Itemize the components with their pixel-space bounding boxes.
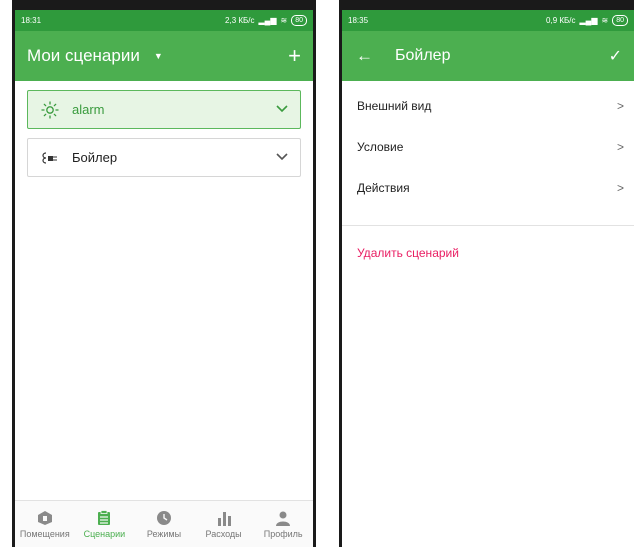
status-bar: 18:35 0,9 КБ/с ▂▄▆ ≋ 80 — [342, 10, 634, 31]
scenario-details-screen: 18:35 0,9 КБ/с ▂▄▆ ≋ 80 ← Бойлер ✓ Внешн… — [342, 10, 634, 547]
page-title: Бойлер — [395, 47, 451, 64]
sun-icon — [40, 100, 60, 119]
bottom-navigation: Помещения Сценарии Режимы Расходы Профил… — [15, 500, 313, 547]
battery-icon: 80 — [612, 15, 628, 26]
chevron-right-icon: > — [616, 98, 624, 113]
nav-label: Режимы — [146, 529, 182, 539]
clock-icon — [156, 509, 172, 526]
scenario-label: alarm — [72, 102, 105, 117]
scenario-label: Бойлер — [72, 150, 118, 165]
network-speed: 0,9 КБ/с — [546, 16, 576, 25]
rooms-icon — [37, 509, 53, 526]
dropdown-caret-icon[interactable]: ▼ — [154, 51, 163, 61]
back-arrow-icon[interactable]: ← — [356, 46, 373, 66]
menu-item-condition[interactable]: Условие > — [342, 126, 634, 167]
nav-label: Сценарии — [83, 529, 126, 539]
nav-label: Помещения — [19, 529, 70, 539]
signal-icon: ▂▄▆ — [258, 16, 277, 25]
page-title: Мои сценарии — [27, 46, 140, 65]
add-scenario-button[interactable]: + — [288, 43, 301, 69]
scenarios-screen: 18:31 2,3 КБ/с ▂▄▆ ≋ 80 Мои сценарии ▼ + — [15, 10, 313, 547]
nav-item-rooms[interactable]: Помещения — [15, 501, 75, 539]
signal-icon: ▂▄▆ — [579, 16, 598, 25]
menu-label: Действия — [357, 180, 410, 195]
phone-right: 18:35 0,9 КБ/с ▂▄▆ ≋ 80 ← Бойлер ✓ Внешн… — [339, 0, 634, 547]
delete-scenario-button[interactable]: Удалить сценарий — [342, 226, 634, 260]
plug-icon — [40, 151, 60, 165]
person-icon — [275, 509, 291, 526]
nav-item-scenarios[interactable]: Сценарии — [75, 501, 135, 539]
nav-label: Профиль — [263, 529, 303, 539]
network-speed: 2,3 КБ/с — [225, 16, 255, 25]
status-time: 18:31 — [21, 16, 42, 25]
status-time: 18:35 — [348, 16, 369, 25]
menu-label: Внешний вид — [357, 98, 432, 113]
bar-chart-icon — [216, 509, 232, 526]
nav-item-expenses[interactable]: Расходы — [194, 501, 254, 539]
chevron-down-icon[interactable] — [276, 152, 288, 164]
save-check-icon[interactable]: ✓ — [609, 46, 622, 66]
chevron-right-icon: > — [616, 180, 624, 195]
menu-item-actions[interactable]: Действия > — [342, 167, 634, 208]
nav-label: Расходы — [205, 529, 242, 539]
status-bar: 18:31 2,3 КБ/с ▂▄▆ ≋ 80 — [15, 10, 313, 31]
menu-item-appearance[interactable]: Внешний вид > — [342, 85, 634, 126]
wifi-icon: ≋ — [280, 16, 288, 25]
app-bar: Мои сценарии ▼ + — [15, 31, 313, 81]
chevron-down-icon[interactable] — [276, 104, 288, 116]
phone-left: 18:31 2,3 КБ/с ▂▄▆ ≋ 80 Мои сценарии ▼ + — [12, 0, 316, 547]
nav-item-profile[interactable]: Профиль — [253, 501, 313, 539]
wifi-icon: ≋ — [601, 16, 609, 25]
chevron-right-icon: > — [616, 139, 624, 154]
scenario-item-alarm[interactable]: alarm — [27, 90, 301, 129]
menu-label: Условие — [357, 139, 404, 154]
app-bar: ← Бойлер ✓ — [342, 31, 634, 81]
battery-icon: 80 — [291, 15, 307, 26]
scenarios-icon — [97, 509, 111, 526]
scenario-item-boiler[interactable]: Бойлер — [27, 138, 301, 177]
nav-item-modes[interactable]: Режимы — [134, 501, 194, 539]
